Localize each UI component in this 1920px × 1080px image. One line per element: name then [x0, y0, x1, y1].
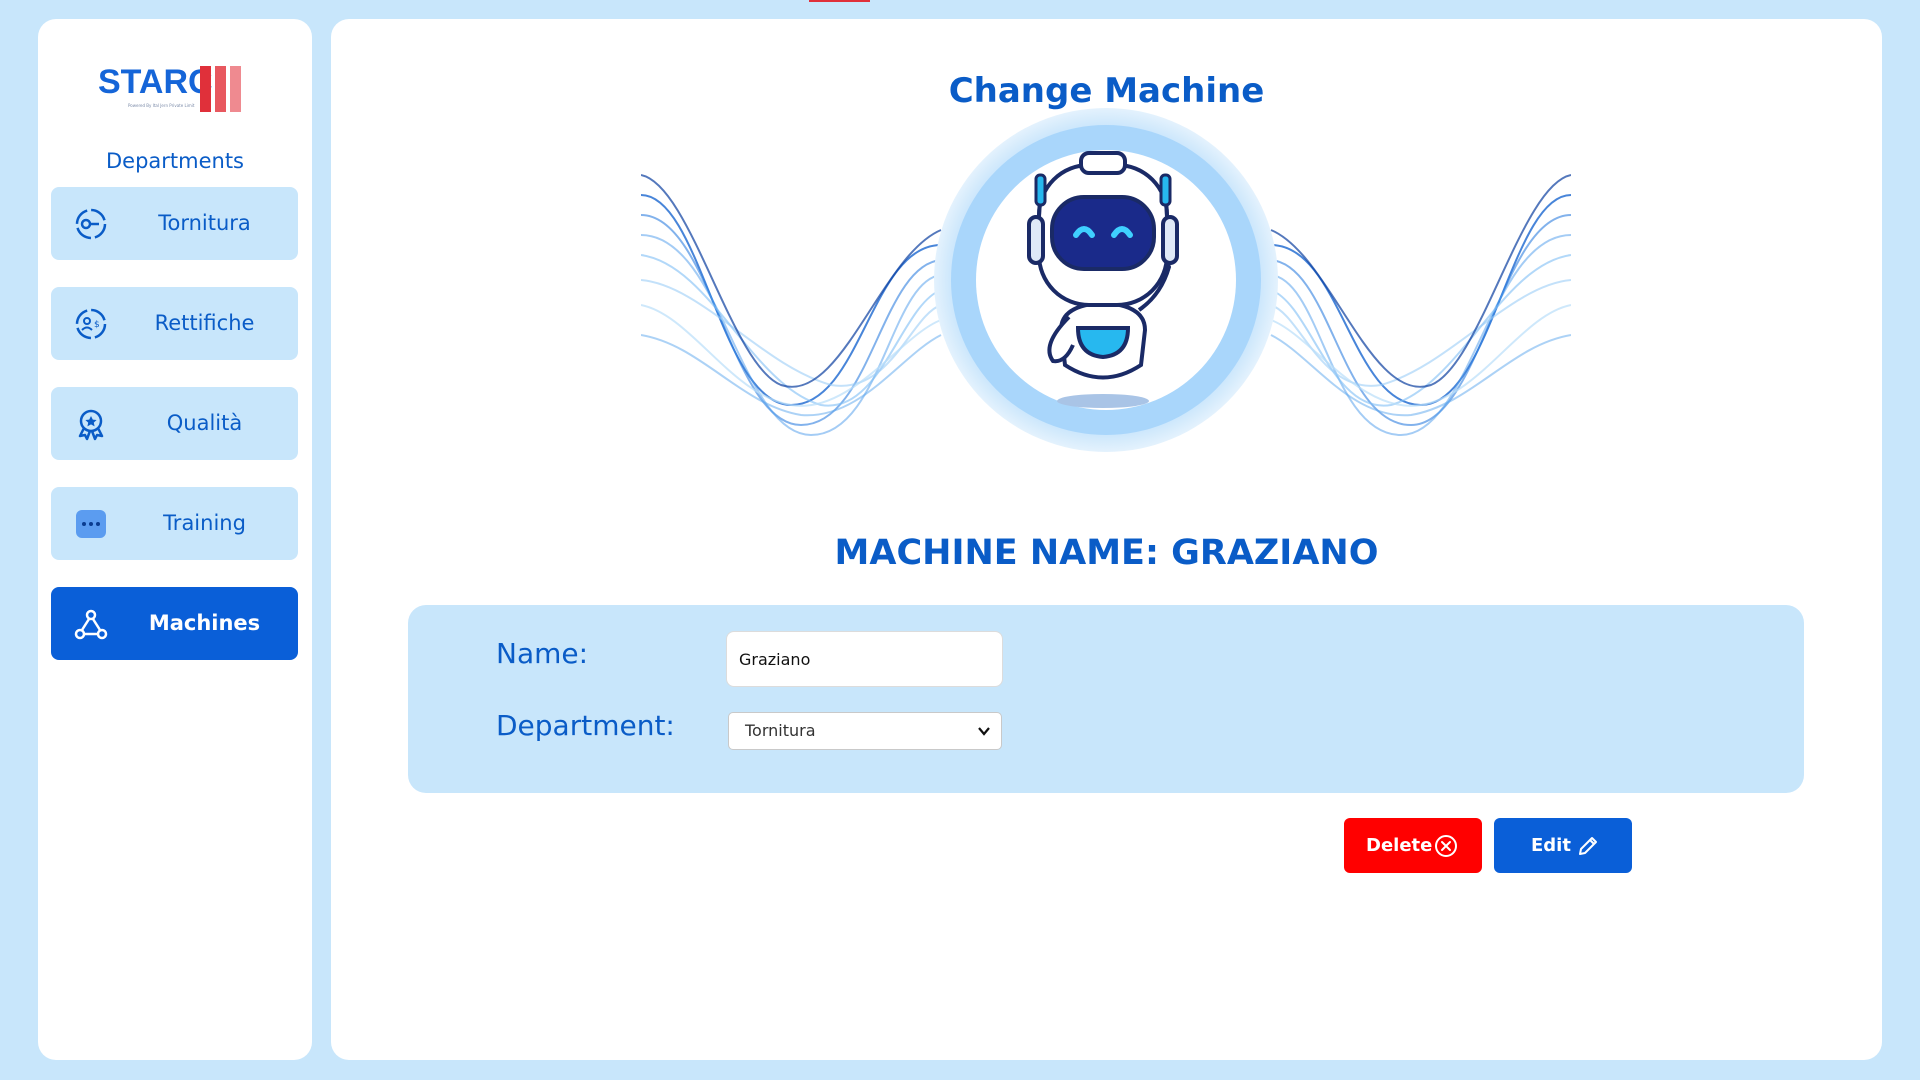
close-circle-icon — [1435, 835, 1457, 857]
main-panel: Change Machine MACHINE NAME: GRAZIANO Na… — [331, 19, 1882, 1060]
starc-logo: STARC Powered By Ital Jern Private Limit — [98, 47, 258, 112]
chat-dots-icon — [76, 510, 106, 538]
sidebar: STARC Powered By Ital Jern Private Limit… — [38, 19, 312, 1060]
sidebar-item-rettifiche[interactable]: $ Rettifiche — [51, 287, 298, 360]
sidebar-item-label: Qualità — [166, 411, 243, 435]
departments-title: Departments — [105, 149, 245, 173]
logo-bar — [215, 66, 226, 112]
logo-bar — [230, 66, 241, 112]
sidebar-item-label: Rettifiche — [154, 311, 255, 335]
edit-button[interactable]: Edit — [1494, 818, 1632, 873]
name-input[interactable] — [726, 631, 1003, 687]
logo-tagline: Powered By Ital Jern Private Limit — [128, 103, 195, 108]
sidebar-item-qualita[interactable]: Qualità — [51, 387, 298, 460]
department-label: Department: — [496, 709, 675, 742]
sidebar-item-label: Training — [163, 511, 246, 535]
department-select[interactable]: Tornitura — [728, 712, 1002, 750]
edit-button-label: Edit — [1531, 835, 1571, 856]
pencil-icon — [1579, 837, 1597, 855]
machine-name-heading: MACHINE NAME: GRAZIANO — [834, 533, 1379, 573]
robot-mascot-illustration — [641, 108, 1571, 452]
sidebar-item-training[interactable]: Training — [51, 487, 298, 560]
sidebar-item-label: Machines — [148, 611, 261, 635]
sidebar-item-machines[interactable]: Machines — [51, 587, 298, 660]
machine-form: Name: Department: Tornitura — [408, 605, 1804, 793]
chevron-down-icon — [978, 727, 990, 736]
nodes-icon — [74, 609, 108, 640]
name-label: Name: — [496, 637, 589, 670]
svg-text:$: $ — [94, 320, 100, 330]
quality-badge-icon — [78, 409, 104, 441]
grinding-icon: $ — [75, 308, 107, 340]
logo-text: STARC — [98, 63, 213, 101]
delete-button[interactable]: Delete — [1344, 818, 1482, 873]
sidebar-item-label: Tornitura — [158, 211, 251, 235]
delete-button-label: Delete — [1366, 835, 1433, 856]
logo-bar — [200, 66, 211, 112]
department-select-value: Tornitura — [745, 721, 816, 740]
top-accent-mark — [809, 0, 870, 2]
turning-icon — [75, 208, 107, 240]
sidebar-item-tornitura[interactable]: Tornitura — [51, 187, 298, 260]
